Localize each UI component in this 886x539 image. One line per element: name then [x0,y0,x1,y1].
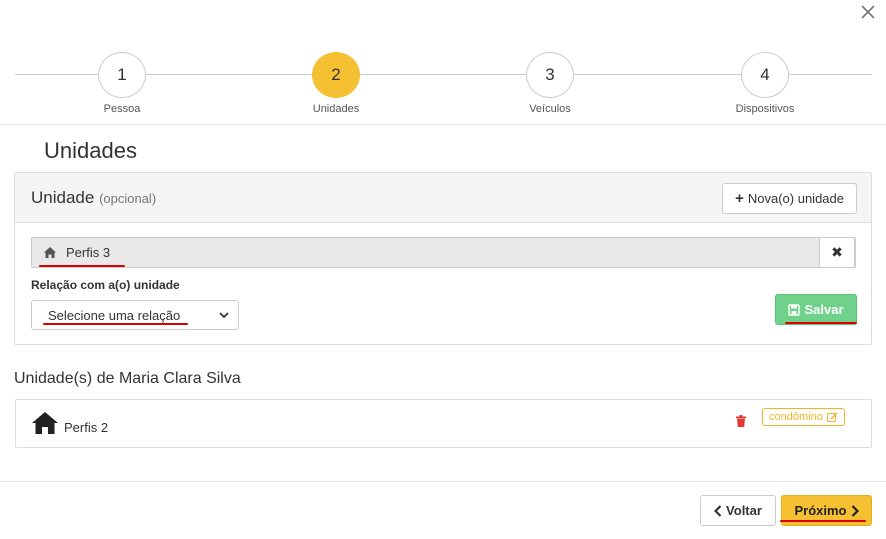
list-item: Perfis 2 condômino [15,399,872,448]
new-unit-button[interactable]: + Nova(o) unidade [722,183,857,214]
clear-unit-button[interactable]: ✖ [819,237,855,268]
divider [0,481,886,482]
annotation-underline [780,520,866,522]
step-pessoa[interactable]: 1 Pessoa [72,52,172,115]
annotation-underline [785,322,857,324]
relation-badge[interactable]: condômino [762,408,845,426]
new-unit-label: Nova(o) unidade [747,191,844,206]
edit-icon [826,412,838,422]
step-label: Dispositivos [735,103,795,115]
unit-input[interactable]: Perfis 3 ✖ [31,237,856,268]
relation-select-value: Selecione uma relação [48,307,181,323]
step-dispositivos[interactable]: 4 Dispositivos [715,52,815,115]
panel-title-text: Unidade [31,188,95,207]
page-title: Unidades [44,138,137,163]
selected-unit: Perfis 3 [66,245,111,260]
optional-hint: (opcional) [99,191,157,206]
annotation-underline [39,265,125,267]
unit-panel: Unidade (opcional) + Nova(o) unidade Per… [14,172,872,345]
save-button[interactable]: Salvar [775,294,857,325]
home-icon [44,247,56,258]
unit-name: Perfis 2 [64,420,109,435]
annotation-underline [43,323,188,325]
panel-header: Unidade (opcional) + Nova(o) unidade [15,173,871,223]
save-label: Salvar [804,302,844,317]
step-veiculos[interactable]: 3 Veículos [500,52,600,115]
step-number: 2 [312,52,360,98]
chevron-right-icon [851,504,859,517]
back-label: Voltar [726,503,762,518]
divider [0,124,886,125]
unit-list-title: Unidade(s) de Maria Clara Silva [14,370,241,387]
step-number: 1 [98,52,146,98]
step-label: Veículos [529,103,571,115]
trash-icon[interactable] [736,415,746,427]
chevron-down-icon [219,312,229,319]
step-unidades[interactable]: 2 Unidades [286,52,386,115]
badge-label: condômino [769,411,823,423]
step-number: 4 [741,52,789,98]
wizard-stepper: 1 Pessoa 2 Unidades 3 Veículos 4 Disposi… [15,52,872,116]
step-label: Pessoa [103,103,141,115]
close-icon: ✖ [831,244,843,260]
plus-icon: + [735,190,744,207]
step-number: 3 [526,52,574,98]
relation-select[interactable]: Selecione uma relação [31,300,239,330]
floppy-icon [788,303,801,316]
close-icon[interactable] [856,0,880,24]
panel-title: Unidade (opcional) [31,188,156,208]
relation-label: Relação com a(o) unidade [31,278,180,292]
home-icon [32,412,58,434]
next-label: Próximo [794,503,847,518]
chevron-left-icon [714,504,722,517]
back-button[interactable]: Voltar [700,495,776,526]
step-label: Unidades [312,103,360,115]
